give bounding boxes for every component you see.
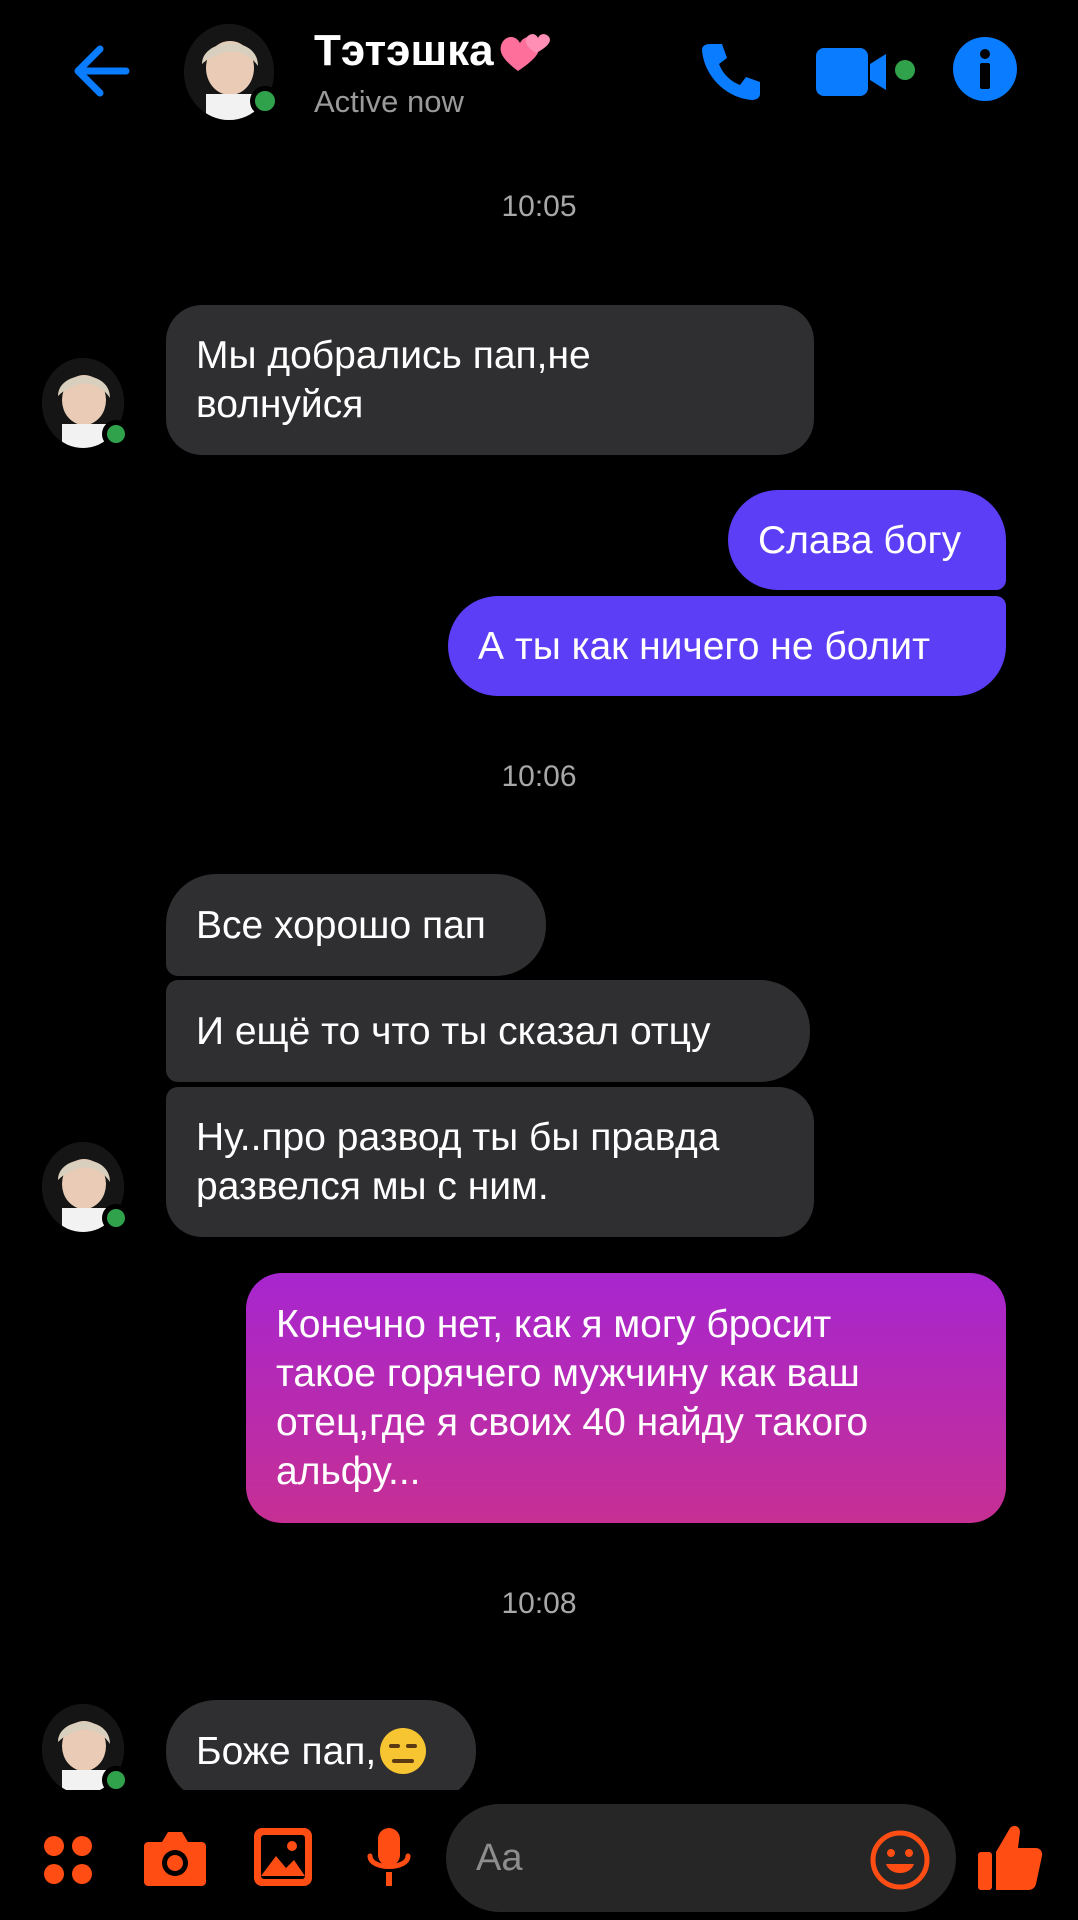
incoming-message[interactable]: Боже пап, [166,1700,476,1802]
two-hearts-icon [500,34,550,71]
video-call-button[interactable] [812,44,922,100]
emoji-button[interactable] [870,1830,930,1890]
back-arrow-icon [74,45,130,97]
info-button[interactable] [952,36,1018,102]
timestamp: 10:05 [501,190,577,223]
gallery-icon [254,1828,312,1886]
thumbs-up-icon [978,1825,1043,1890]
outgoing-message[interactable]: Конечно нет, как я могу бросит такое гор… [246,1273,1006,1523]
incoming-message[interactable]: И ещё то что ты сказал отцу [166,980,810,1082]
microphone-icon [367,1828,411,1886]
online-indicator [102,420,130,448]
chat-header: Тэтэшка Active now [0,0,1078,140]
phone-icon [702,44,760,100]
apps-icon [44,1836,92,1884]
emoji-icon [870,1830,930,1890]
timestamp: 10:06 [501,760,577,793]
sender-avatar[interactable] [42,1704,130,1794]
incoming-message[interactable]: Мы добрались пап,не волнуйся [166,305,814,455]
message-input[interactable] [476,1804,856,1912]
like-button[interactable] [976,1822,1044,1892]
sender-avatar[interactable] [42,358,130,448]
incoming-message[interactable]: Ну..про развод ты бы правда развелся мы … [166,1087,814,1237]
info-icon [953,37,1017,101]
online-indicator [250,86,280,116]
expressionless-face-icon [380,1728,427,1774]
camera-icon [144,1832,206,1886]
sender-avatar[interactable] [42,1142,130,1232]
voice-call-button[interactable] [696,38,766,104]
online-indicator [102,1204,130,1232]
apps-button[interactable] [40,1832,96,1888]
incoming-message[interactable]: Все хорошо пап [166,874,546,976]
contact-name[interactable]: Тэтэшка [314,26,552,76]
timestamp: 10:08 [501,1587,577,1620]
video-camera-icon [816,48,915,96]
presence-status: Active now [314,84,464,119]
back-button[interactable] [66,36,136,106]
gallery-button[interactable] [252,1826,314,1888]
voice-message-button[interactable] [366,1826,412,1892]
camera-button[interactable] [142,1826,208,1888]
outgoing-message[interactable]: Слава богу [728,490,1006,590]
contact-avatar[interactable] [184,24,280,120]
outgoing-message[interactable]: А ты как ничего не болит [448,596,1006,696]
message-input-container[interactable] [446,1804,956,1912]
